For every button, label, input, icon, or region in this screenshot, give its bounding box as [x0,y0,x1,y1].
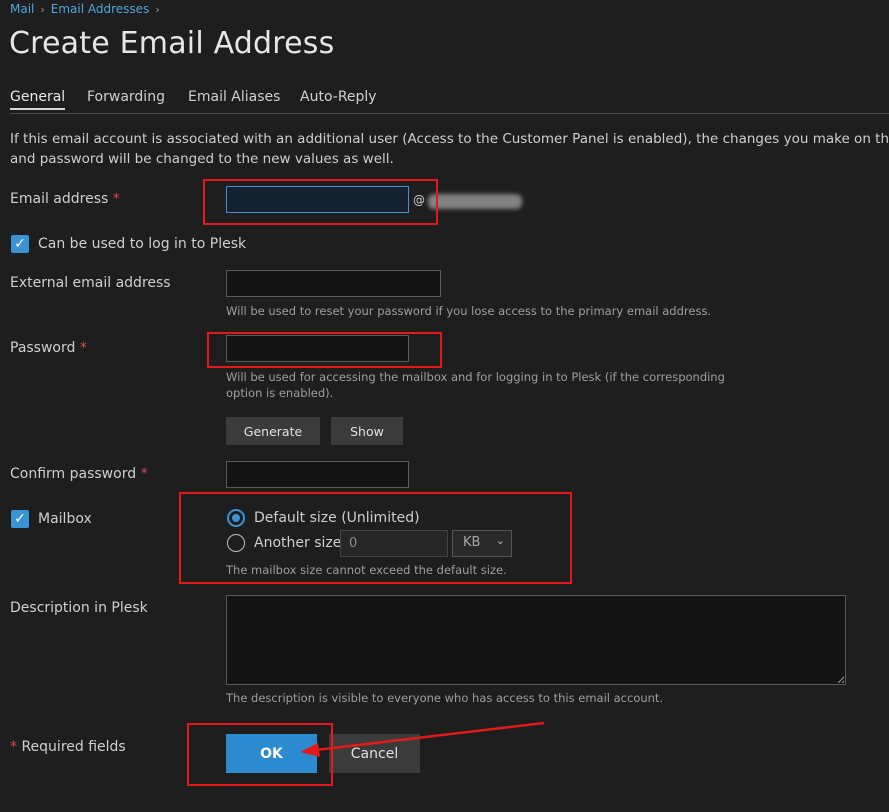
tab-forwarding[interactable]: Forwarding [87,89,165,105]
login-checkbox[interactable]: ✓ [11,235,29,253]
external-email-input[interactable] [226,270,441,297]
email-address-label: Email address * [10,191,120,207]
chevron-down-icon: ⌄ [495,534,505,547]
tab-email-aliases[interactable]: Email Aliases [188,89,280,105]
email-address-input[interactable] [226,186,409,213]
password-hint: Will be used for accessing the mailbox a… [226,370,725,400]
redacted-domain [428,194,522,209]
description-textarea[interactable] [226,595,846,685]
page-title: Create Email Address [9,26,335,61]
required-fields-note: * Required fields [10,739,126,755]
chevron-right-icon: › [40,3,45,16]
at-sign: @ [413,193,425,207]
generate-button[interactable]: Generate [226,417,320,445]
default-size-label: Default size (Unlimited) [254,510,420,526]
mailbox-label: Mailbox [38,511,92,527]
size-unit-select[interactable]: KB ⌄ [452,530,512,557]
chevron-right-icon: › [155,3,160,16]
password-label: Password * [10,340,87,356]
ok-button[interactable]: OK [226,734,317,773]
confirm-password-label: Confirm password * [10,466,148,482]
breadcrumb-item-email-addresses[interactable]: Email Addresses [51,2,150,16]
another-size-input[interactable] [340,530,448,557]
cancel-button[interactable]: Cancel [329,734,420,773]
breadcrumb-item-mail[interactable]: Mail [10,2,34,16]
required-asterisk: * [112,191,120,207]
external-email-hint: Will be used to reset your password if y… [226,304,712,318]
tab-bar: General Forwarding Email Aliases Auto-Re… [10,89,889,114]
intro-text: If this email account is associated with… [10,129,889,169]
login-checkbox-label: Can be used to log in to Plesk [38,236,247,252]
intro-line-1: If this email account is associated with… [10,131,889,147]
show-button[interactable]: Show [331,417,403,445]
description-hint: The description is visible to everyone w… [226,691,664,705]
another-size-label: Another size [254,535,342,551]
required-asterisk: * [140,466,148,482]
breadcrumb: Mail › Email Addresses › [10,2,166,16]
confirm-password-input[interactable] [226,461,409,488]
tab-general[interactable]: General [10,89,66,110]
tab-auto-reply[interactable]: Auto-Reply [300,89,377,105]
external-email-label: External email address [10,275,171,291]
another-size-radio[interactable] [227,534,245,552]
checkmark-icon: ✓ [14,236,26,252]
description-label: Description in Plesk [10,600,148,616]
mailbox-hint: The mailbox size cannot exceed the defau… [226,563,507,577]
password-input[interactable] [226,335,409,362]
default-size-radio[interactable] [227,509,245,527]
required-asterisk: * [79,340,87,356]
mailbox-checkbox[interactable]: ✓ [11,510,29,528]
intro-line-2: and password will be changed to the new … [10,151,394,167]
checkmark-icon: ✓ [14,511,26,527]
